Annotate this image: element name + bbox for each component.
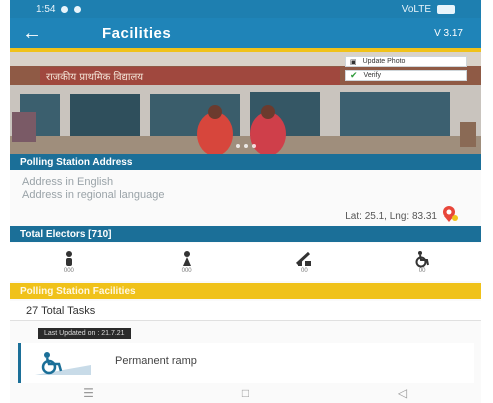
building-banner-text: राजकीय प्राथमिक विद्यालय <box>46 71 143 83</box>
facilities-section-header: Polling Station Facilities <box>10 283 481 299</box>
male-icon <box>65 251 72 266</box>
pager-dot <box>243 144 248 148</box>
address-section-header: Polling Station Address <box>10 154 481 170</box>
page-title: Facilities <box>102 24 172 42</box>
lat-lng-readout: Lat: 25.1, Lng: 83.31 <box>345 211 437 222</box>
back-icon[interactable]: ◁ <box>393 386 413 400</box>
pager-dot <box>251 144 256 148</box>
app-version: V 3.17 <box>434 27 463 39</box>
facility-card-ramp[interactable]: Permanent ramp <box>18 343 474 383</box>
app-bar: ← Facilities V 3.17 <box>10 18 481 48</box>
wheelchair-icon <box>415 251 430 268</box>
notification-icon <box>74 5 82 13</box>
status-bar: 1:54 VoLTE <box>10 0 481 18</box>
elector-male: 000 <box>39 250 99 274</box>
recent-apps-icon[interactable]: ☰ <box>79 386 99 400</box>
network-label: VoLTE <box>401 3 431 15</box>
female-icon <box>182 251 191 266</box>
photo-pager-dots <box>10 144 481 148</box>
map-pin-icon[interactable] <box>441 205 459 223</box>
verify-label: Verify <box>363 72 382 79</box>
elector-count: 00 <box>301 268 308 274</box>
facility-name: Permanent ramp <box>115 355 197 367</box>
camera-icon: ▣ <box>350 58 357 66</box>
elector-count: 00 <box>418 268 426 274</box>
electors-row: 000 000 00 00 <box>10 243 481 281</box>
last-updated-chip: Last Updated on : 21.7.21 <box>38 328 131 339</box>
polling-station-photo[interactable]: राजकीय प्राथमिक विद्यालय ▣ Update Photo … <box>10 52 481 154</box>
address-regional: Address in regional language <box>22 189 165 201</box>
notification-icon <box>61 5 69 13</box>
update-photo-label: Update Photo <box>362 58 406 65</box>
checkmark-icon: ✔ <box>350 70 358 80</box>
total-tasks-label: 27 Total Tasks <box>10 301 481 321</box>
update-photo-button[interactable]: ▣ Update Photo <box>345 56 467 67</box>
elector-count: 000 <box>63 268 74 274</box>
elector-count: 000 <box>181 268 192 274</box>
elector-pwd: 00 <box>392 250 452 274</box>
pager-dot <box>235 144 240 148</box>
status-time: 1:54 <box>36 3 56 15</box>
verify-button[interactable]: ✔ Verify <box>345 70 467 81</box>
electors-section-header: Total Electors [710] <box>10 226 481 242</box>
elector-female: 000 <box>157 250 217 274</box>
back-arrow-icon[interactable]: ← <box>22 22 52 45</box>
home-icon[interactable]: □ <box>236 386 256 400</box>
wheelchair-ramp-icon <box>35 352 91 375</box>
transgender-icon <box>296 251 312 266</box>
building-photo: राजकीय प्राथमिक विद्यालय <box>10 52 481 154</box>
elector-transgender: 00 <box>274 250 334 274</box>
battery-icon <box>437 4 455 14</box>
system-nav-bar: ☰ □ ◁ <box>10 383 481 403</box>
address-english: Address in English <box>22 176 114 188</box>
phone-screen: 1:54 VoLTE ← Facilities V 3.17 राजकीय प्… <box>10 0 481 403</box>
